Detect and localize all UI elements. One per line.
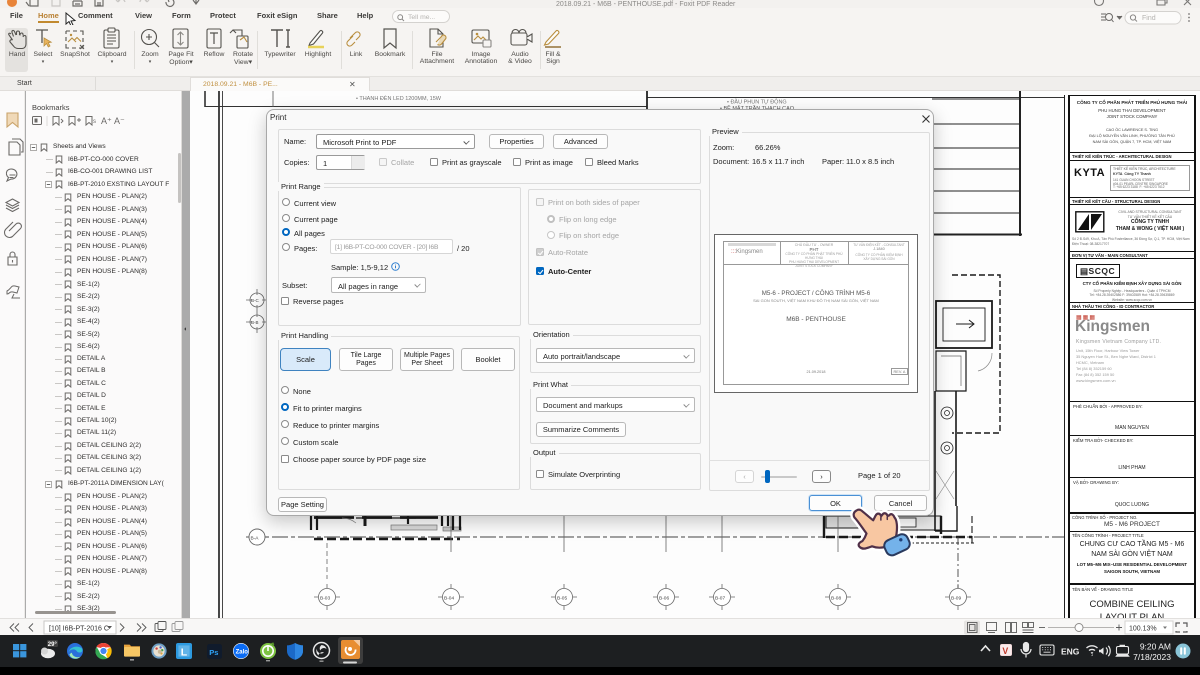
svg-text:[10] I6B-PT-2016 C: [10] I6B-PT-2016 C [49, 626, 109, 633]
svg-text:9:20 AM: 9:20 AM [1140, 642, 1171, 652]
svg-text:• THANH ĐÈN LED 1200MM, 15W: • THANH ĐÈN LED 1200MM, 15W [356, 95, 442, 102]
svg-text:B-04: B-04 [444, 596, 454, 602]
svg-text:100.13%: 100.13% [1129, 626, 1157, 633]
svg-text:• ĐẦU PHUN TỰ ĐỘNG: • ĐẦU PHUN TỰ ĐỘNG [727, 99, 787, 106]
svg-text:Find: Find [1142, 15, 1156, 22]
svg-text:B-A: B-A [251, 536, 260, 542]
svg-text:B-B: B-B [251, 320, 259, 325]
svg-text:A⁺: A⁺ [101, 116, 112, 126]
svg-text:Zalo: Zalo [236, 649, 249, 655]
svg-text:7/18/2023: 7/18/2023 [1133, 652, 1171, 662]
svg-text:L: L [181, 646, 188, 658]
svg-text:V: V [1002, 646, 1008, 656]
svg-text:B-07: B-07 [715, 596, 725, 602]
svg-text:s: s [93, 119, 96, 125]
svg-text:B-05: B-05 [557, 596, 567, 602]
svg-text:B-06: B-06 [659, 596, 669, 602]
svg-text:2018.09.21 - M6B - PENTHOUSE.p: 2018.09.21 - M6B - PENTHOUSE.pdf - Foxit… [556, 1, 736, 8]
svg-text:A⁻: A⁻ [114, 116, 125, 126]
svg-text:B-09: B-09 [951, 596, 961, 602]
svg-text:Ps: Ps [209, 648, 218, 657]
svg-text:29°: 29° [48, 642, 58, 648]
svg-text:B-03: B-03 [320, 596, 330, 602]
svg-text:B-08: B-08 [831, 596, 841, 602]
svg-text:B-C: B-C [251, 298, 260, 303]
svg-text:ENG: ENG [1061, 647, 1080, 657]
